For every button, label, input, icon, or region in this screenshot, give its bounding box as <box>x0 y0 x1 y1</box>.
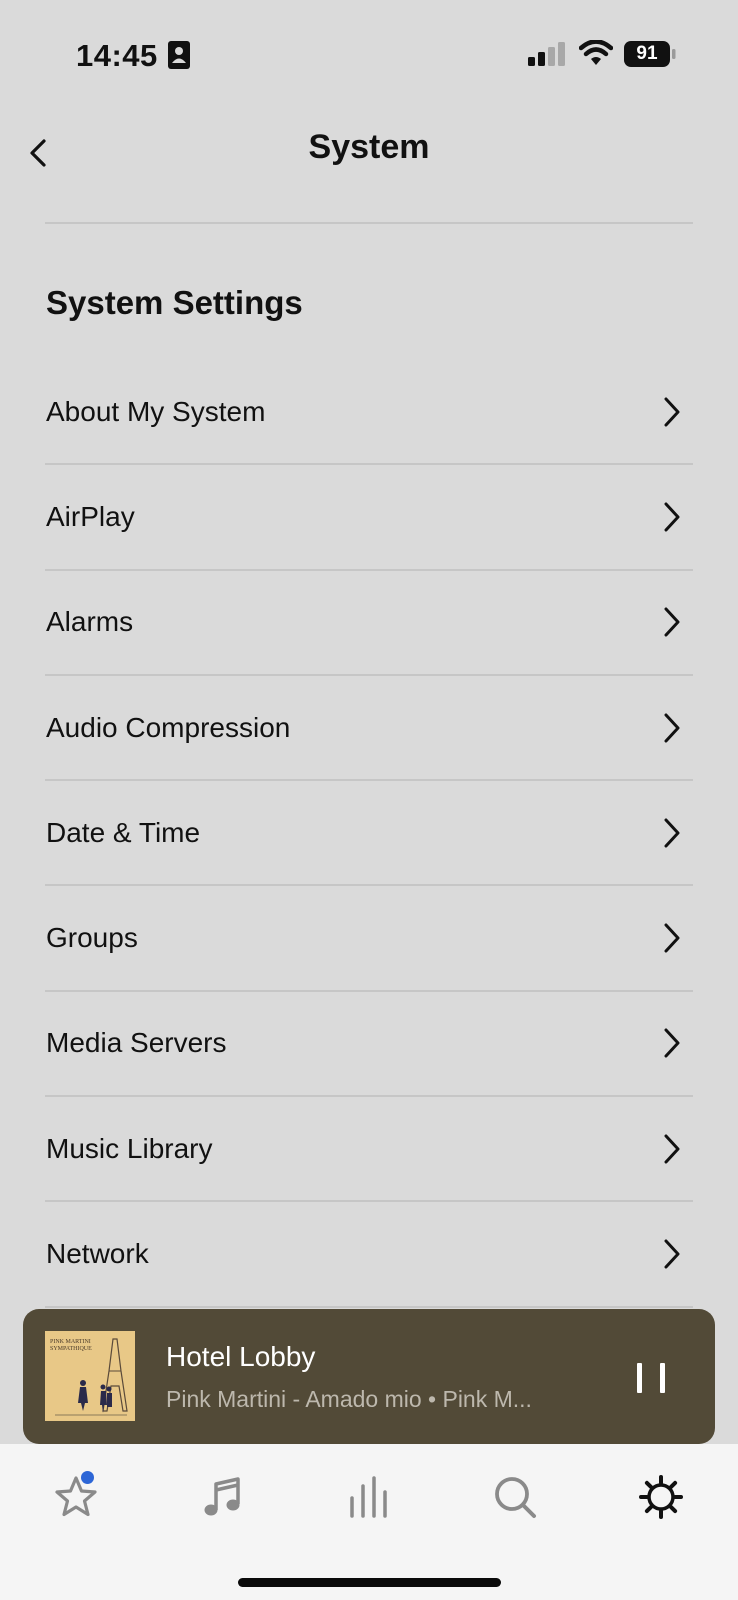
settings-item-label: About My System <box>46 395 266 427</box>
settings-item-label: Alarms <box>46 606 134 638</box>
settings-item-label: Audio Compression <box>46 711 291 743</box>
settings-item-network[interactable]: Network <box>45 1202 693 1308</box>
now-playing-bar[interactable]: PINK MARTINI SYMPATHIQUE Hotel Lobby Pin… <box>23 1309 715 1444</box>
tab-bar <box>0 1444 738 1600</box>
status-time: 14:45 <box>76 38 158 73</box>
settings-item-label: AirPlay <box>46 500 135 532</box>
chevron-right-icon <box>664 818 680 848</box>
battery-level: 91 <box>636 43 658 64</box>
now-playing-room: Hotel Lobby <box>166 1341 316 1372</box>
gear-icon <box>639 1475 683 1519</box>
album-art: PINK MARTINI SYMPATHIQUE <box>45 1331 135 1421</box>
chevron-right-icon <box>664 1028 680 1058</box>
album-art-illustration <box>55 1338 128 1416</box>
section-title: System Settings <box>46 284 303 321</box>
settings-item-label: Network <box>46 1238 149 1270</box>
status-bar: 14:45 91 <box>0 0 738 100</box>
tab-search[interactable] <box>484 1468 544 1528</box>
chevron-right-icon <box>664 1134 680 1164</box>
equalizer-bars-icon <box>350 1476 387 1518</box>
notification-dot <box>81 1471 94 1484</box>
chevron-right-icon <box>664 607 680 637</box>
settings-item-label: Media Servers <box>46 1027 227 1059</box>
settings-list: About My System AirPlay Alarms Audio Com… <box>45 360 693 1308</box>
settings-item-audio-compression[interactable]: Audio Compression <box>45 676 693 782</box>
music-note-icon <box>204 1477 240 1516</box>
settings-item-about-my-system[interactable]: About My System <box>45 360 693 466</box>
settings-item-label: Groups <box>46 922 138 954</box>
settings-item-label: Music Library <box>46 1132 213 1164</box>
chevron-right-icon <box>664 713 680 743</box>
now-playing-track: Pink Martini - Amado mio • Pink M... <box>166 1386 532 1412</box>
pause-button[interactable] <box>631 1357 671 1397</box>
tab-rooms[interactable] <box>338 1468 398 1528</box>
settings-item-label: Date & Time <box>46 816 201 848</box>
settings-item-media-servers[interactable]: Media Servers <box>45 992 693 1098</box>
tab-favorites[interactable] <box>45 1468 105 1528</box>
tab-settings[interactable] <box>630 1468 690 1528</box>
settings-item-date-time[interactable]: Date & Time <box>45 781 693 887</box>
chevron-right-icon <box>664 397 680 427</box>
settings-item-alarms[interactable]: Alarms <box>45 571 693 676</box>
settings-item-groups[interactable]: Groups <box>45 886 693 992</box>
settings-item-music-library[interactable]: Music Library <box>45 1097 693 1203</box>
search-icon <box>495 1477 536 1518</box>
contact-card-icon <box>168 41 190 74</box>
home-indicator <box>238 1578 501 1587</box>
chevron-right-icon <box>664 923 680 953</box>
settings-item-airplay[interactable]: AirPlay <box>45 465 693 571</box>
chevron-right-icon <box>664 502 680 532</box>
tab-music[interactable] <box>192 1468 252 1528</box>
wifi-icon <box>578 39 614 71</box>
page-title: System <box>308 128 430 166</box>
header-divider <box>45 222 693 224</box>
chevron-right-icon <box>664 1239 680 1269</box>
cellular-signal-icon <box>528 42 566 71</box>
